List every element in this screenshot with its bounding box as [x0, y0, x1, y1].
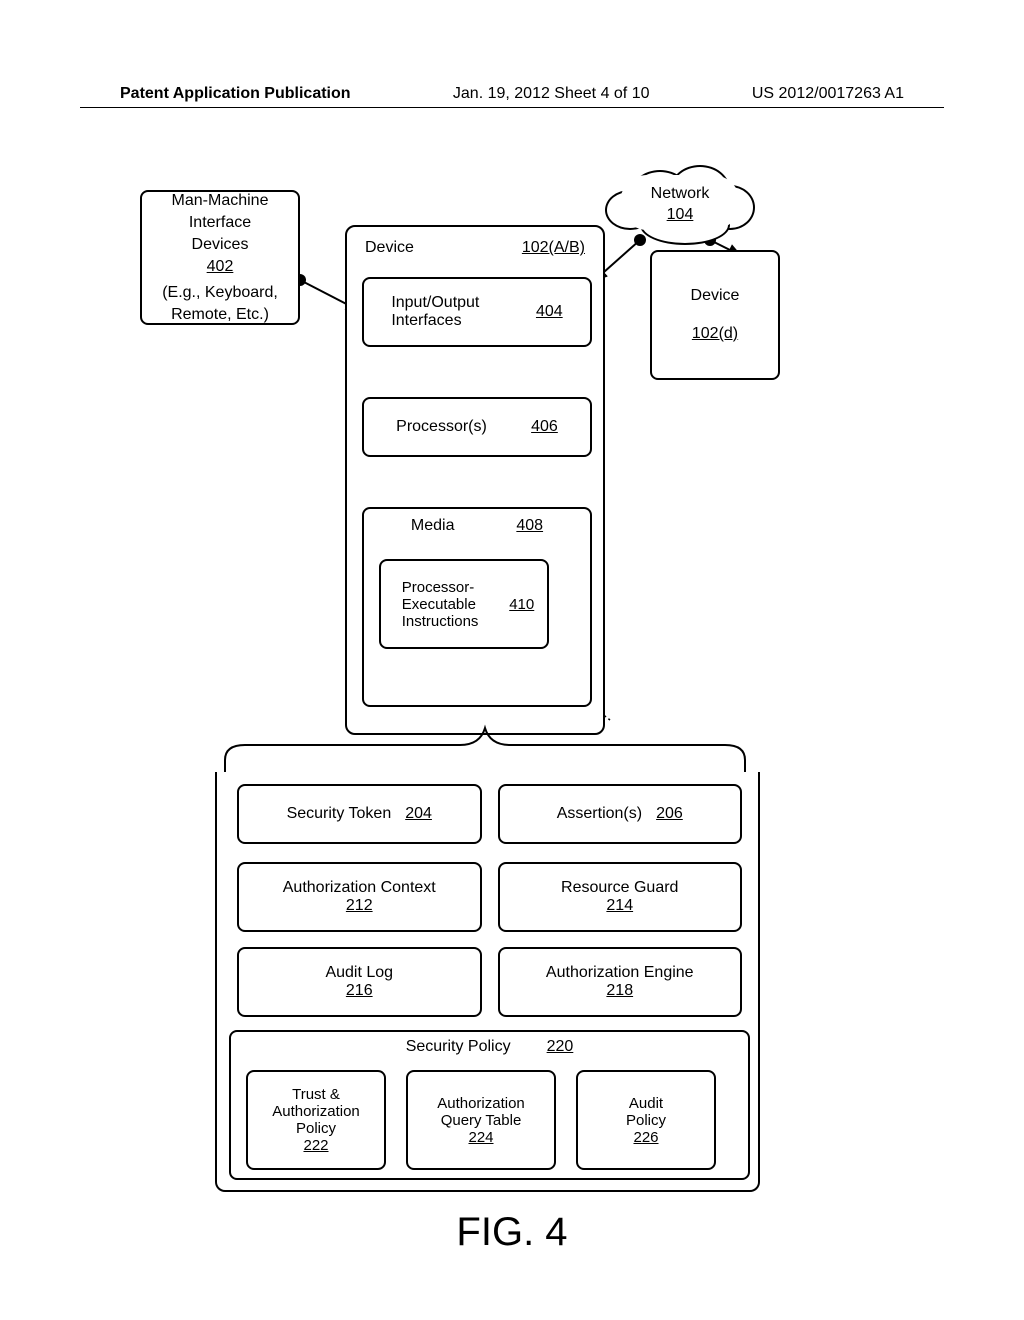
proc-label: Processor(s): [396, 418, 487, 436]
assertions-ref: 206: [656, 805, 683, 823]
man-machine-interface-box: Man-Machine Interface Devices 402 (E.g.,…: [140, 190, 300, 325]
auth-engine-box: Authorization Engine 218: [498, 947, 743, 1017]
assertions-box: Assertion(s) 206: [498, 784, 743, 844]
aqt-l2: Query Table: [441, 1112, 522, 1129]
media-box: Media 408 Processor-Executable Instructi…: [362, 507, 592, 707]
header-patent-number: US 2012/0017263 A1: [752, 85, 904, 103]
auth-ctx-ref: 212: [346, 897, 373, 915]
auth-ctx-label: Authorization Context: [283, 879, 436, 897]
audit-pol-ref: 226: [633, 1129, 658, 1146]
network-ref: 104: [600, 206, 760, 224]
aqt-l1: Authorization: [437, 1095, 525, 1112]
mm-line1: Man-Machine: [150, 192, 290, 210]
device-d-ref: 102(d): [660, 325, 770, 343]
processors-box: Processor(s) 406: [362, 397, 592, 457]
sec-policy-ref: 220: [547, 1038, 574, 1056]
device-ab-box: Device 102(A/B) Input/Output Interfaces …: [345, 225, 605, 735]
auth-query-table-box: Authorization Query Table 224: [406, 1070, 556, 1170]
sec-token-label: Security Token: [287, 805, 392, 823]
trust-l3: Policy: [296, 1120, 336, 1137]
audit-pol-l1: Audit: [629, 1095, 663, 1112]
proc-ref: 406: [531, 418, 558, 436]
device-d-label: Device: [660, 287, 770, 305]
media-label: Media: [411, 517, 455, 535]
device-d-box: Device 102(d): [650, 250, 780, 380]
security-policy-box: Security Policy 220 Trust & Authorizatio…: [229, 1030, 750, 1180]
page-header: Patent Application Publication Jan. 19, …: [0, 85, 1024, 103]
pei-ref: 410: [509, 596, 534, 613]
auth-eng-label: Authorization Engine: [546, 964, 694, 982]
trust-auth-policy-box: Trust & Authorization Policy 222: [246, 1070, 386, 1170]
pei-label: Processor-Executable Instructions: [394, 579, 484, 630]
audit-log-label: Audit Log: [325, 964, 393, 982]
audit-policy-box: Audit Policy 226: [576, 1070, 716, 1170]
audit-pol-l2: Policy: [626, 1112, 666, 1129]
io-label: Input/Output Interfaces: [391, 294, 501, 330]
assertions-label: Assertion(s): [557, 805, 642, 823]
trust-l2: Authorization: [272, 1103, 360, 1120]
auth-context-box: Authorization Context 212: [237, 862, 482, 932]
trust-ref: 222: [303, 1137, 328, 1154]
security-token-box: Security Token 204: [237, 784, 482, 844]
mm-line5: Remote, Etc.): [150, 306, 290, 324]
lower-panel: Security Token 204 Assertion(s) 206 Auth…: [215, 772, 760, 1192]
curly-brace: [220, 720, 750, 780]
sec-policy-label: Security Policy: [406, 1038, 511, 1056]
mm-line3: Devices: [150, 236, 290, 254]
auth-eng-ref: 218: [606, 982, 633, 1000]
res-guard-ref: 214: [606, 897, 633, 915]
trust-l1: Trust &: [292, 1086, 340, 1103]
mm-line2: Interface: [150, 214, 290, 232]
network-label: Network: [600, 185, 760, 203]
resource-guard-box: Resource Guard 214: [498, 862, 743, 932]
media-ref: 408: [516, 517, 543, 535]
figure-diagram: Network 104 Man-Machine Interface Device…: [120, 160, 904, 1260]
io-ref: 404: [536, 303, 563, 321]
audit-log-ref: 216: [346, 982, 373, 1000]
network-cloud: Network 104: [600, 160, 760, 250]
header-divider: [80, 107, 944, 108]
device-ab-ref: 102(A/B): [522, 239, 585, 257]
pei-box: Processor-Executable Instructions 410: [379, 559, 549, 649]
aqt-ref: 224: [468, 1129, 493, 1146]
mm-line4: (E.g., Keyboard,: [150, 284, 290, 302]
audit-log-box: Audit Log 216: [237, 947, 482, 1017]
figure-label: FIG. 4: [120, 1210, 904, 1255]
mm-ref: 402: [150, 258, 290, 276]
device-ab-label: Device: [365, 239, 414, 257]
header-date-sheet: Jan. 19, 2012 Sheet 4 of 10: [453, 85, 650, 103]
header-publication: Patent Application Publication: [120, 85, 351, 103]
res-guard-label: Resource Guard: [561, 879, 678, 897]
io-interfaces-box: Input/Output Interfaces 404: [362, 277, 592, 347]
sec-token-ref: 204: [405, 805, 432, 823]
